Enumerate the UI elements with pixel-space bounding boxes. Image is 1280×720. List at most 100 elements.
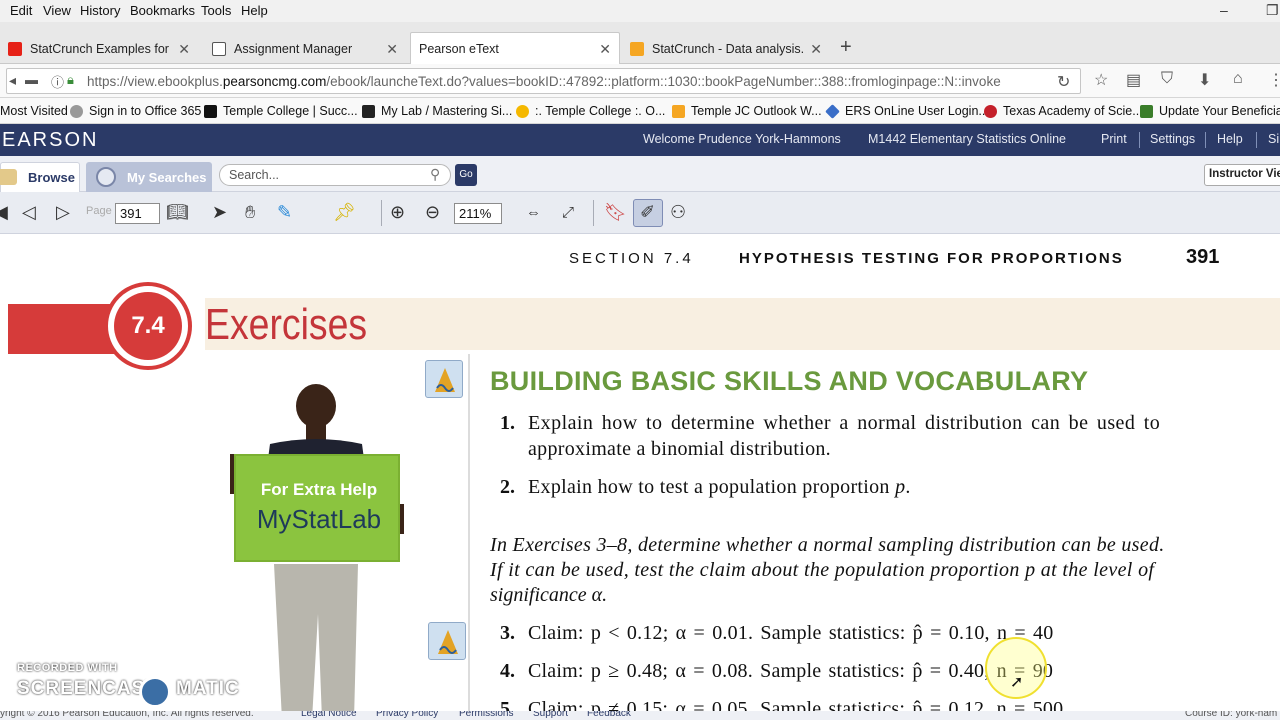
go-button[interactable]: Go bbox=[455, 164, 477, 186]
bookmark-outlook[interactable]: Temple JC Outlook W... bbox=[672, 104, 822, 118]
browse-bar: Browse My Searches Search... ⚲ Go Instru… bbox=[0, 156, 1280, 192]
bookmark-mylab[interactable]: My Lab / Mastering Si... bbox=[362, 104, 512, 118]
page-icon bbox=[212, 42, 226, 56]
close-icon[interactable]: ✕ bbox=[178, 41, 190, 58]
instructor-view-button[interactable]: Instructor Vie bbox=[1204, 164, 1280, 186]
reload-icon[interactable]: ↻ bbox=[1057, 72, 1070, 92]
pocket-icon[interactable]: ⛉ bbox=[1161, 70, 1173, 88]
variable-p: p bbox=[895, 476, 906, 498]
fit-width-icon[interactable]: ⇔ bbox=[526, 204, 541, 221]
bookmark-ers[interactable]: ERS OnLine User Login... bbox=[825, 103, 989, 119]
prev-chapter-icon[interactable]: ◀ bbox=[0, 202, 8, 223]
bookmark-page-icon[interactable]: 🔖︎ bbox=[604, 202, 627, 223]
search-icon[interactable]: ⚲ bbox=[430, 166, 440, 183]
note-pin-icon[interactable]: 📌︎ bbox=[333, 202, 356, 223]
zoom-in-icon[interactable]: ⊕ bbox=[390, 202, 405, 223]
browse-label: Browse bbox=[28, 170, 75, 185]
reading-list-icon[interactable]: ▤ bbox=[1126, 70, 1141, 90]
url-text[interactable]: https://view.ebookplus.pearsoncmg.com/eb… bbox=[87, 74, 1032, 89]
menu-view[interactable]: View bbox=[43, 3, 71, 18]
url-path: /ebook/launcheText.do?values=bookID::478… bbox=[326, 74, 1001, 89]
bookmark-office365[interactable]: Sign in to Office 365 bbox=[70, 104, 201, 118]
zoom-out-icon[interactable]: ⊖ bbox=[425, 202, 440, 223]
search-placeholder: Search... bbox=[229, 168, 280, 182]
bookmark-label: Most Visited bbox=[0, 104, 68, 118]
exercise-text: approximate a binomial distribution. bbox=[528, 438, 831, 460]
settings-link[interactable]: Settings bbox=[1150, 132, 1195, 146]
tab-assignment-manager[interactable]: Assignment Manager ✕ bbox=[204, 34, 406, 64]
statcrunch-link-icon[interactable] bbox=[425, 360, 463, 398]
exercise-text: Explain how to test a population proport… bbox=[528, 476, 911, 499]
search-input[interactable]: Search... ⚲ bbox=[219, 164, 451, 186]
pointer-icon[interactable]: ➤ bbox=[212, 202, 227, 223]
bookmark-star-icon[interactable]: ☆ bbox=[1094, 70, 1108, 90]
menu-edit[interactable]: Edit bbox=[10, 3, 32, 18]
bookmark-label: My Lab / Mastering Si... bbox=[381, 104, 513, 118]
back-icon[interactable]: ◂ bbox=[9, 72, 16, 89]
tab-statcrunch-data[interactable]: StatCrunch - Data analysis... ✕ bbox=[622, 34, 830, 64]
watermark-line3: MATIC bbox=[176, 678, 240, 699]
book-view-icon[interactable]: 📖︎ bbox=[166, 202, 189, 223]
course-link[interactable]: M1442 Elementary Statistics Online bbox=[868, 132, 1066, 146]
watermark-line2: SCREENCAST bbox=[17, 678, 158, 699]
reader-icon[interactable]: ▬ bbox=[25, 72, 38, 87]
home-icon[interactable]: ⌂ bbox=[1233, 70, 1243, 88]
bookmark-temple-college[interactable]: Temple College | Succ... bbox=[204, 104, 358, 118]
browse-tab[interactable]: Browse bbox=[0, 162, 80, 192]
statcrunch-link-icon[interactable] bbox=[428, 622, 466, 660]
highlighter-icon[interactable]: ✎ bbox=[277, 202, 292, 223]
permissions-link[interactable]: Permissions bbox=[459, 711, 513, 719]
course-id-text: Course ID: york-ham bbox=[1185, 711, 1278, 719]
tc-icon bbox=[204, 104, 217, 118]
support-link[interactable]: Support bbox=[533, 711, 568, 719]
menu-tools[interactable]: Tools bbox=[201, 3, 231, 18]
bookmark-beneficiary[interactable]: Update Your Beneficia... bbox=[1140, 104, 1280, 118]
tree-icon bbox=[1140, 104, 1153, 118]
instructions-line: If it can be used, test the claim about … bbox=[490, 559, 1155, 581]
separator bbox=[1205, 132, 1206, 148]
next-page-icon[interactable]: ▷ bbox=[56, 202, 70, 223]
download-icon[interactable]: ⬇ bbox=[1198, 70, 1211, 90]
my-searches-label: My Searches bbox=[127, 170, 207, 185]
url-bar[interactable]: ◂ ▬ ⓘ 🔒︎ https://view.ebookplus.pearsonc… bbox=[6, 68, 1081, 94]
mystatlab-card[interactable]: For Extra Help MyStatLab bbox=[234, 454, 400, 562]
maximize-icon[interactable]: ❐ bbox=[1266, 2, 1279, 19]
info-icon[interactable]: ⓘ bbox=[51, 72, 64, 91]
zoom-level-input[interactable]: 211% bbox=[454, 203, 502, 224]
bookmark-most-visited[interactable]: Most Visited bbox=[0, 104, 68, 118]
book-icon bbox=[0, 169, 17, 185]
my-searches-tab[interactable]: My Searches bbox=[86, 162, 212, 192]
lock-icon: 🔒︎ bbox=[67, 72, 74, 87]
tab-pearson-etext[interactable]: Pearson eText ✕ bbox=[410, 32, 620, 65]
statcrunch-icon bbox=[630, 42, 644, 56]
minimize-icon[interactable]: – bbox=[1220, 2, 1228, 18]
instructions-line: In Exercises 3–8, determine whether a no… bbox=[490, 534, 1165, 556]
menu-history[interactable]: History bbox=[80, 3, 120, 18]
print-link[interactable]: Print bbox=[1101, 132, 1127, 146]
close-icon[interactable]: ✕ bbox=[599, 41, 611, 58]
copyright-text: yright © 2016 Pearson Education, Inc. Al… bbox=[0, 711, 254, 719]
bookmark-temple-college-o[interactable]: :. Temple College :. O... bbox=[516, 104, 665, 118]
tab-statcrunch-examples[interactable]: StatCrunch Examples for ... ✕ bbox=[0, 34, 198, 64]
previous-page-icon[interactable]: ◁ bbox=[22, 202, 36, 223]
help-link[interactable]: Help bbox=[1217, 132, 1243, 146]
privacy-policy-link[interactable]: Privacy Policy bbox=[376, 711, 438, 719]
menu-help[interactable]: Help bbox=[241, 3, 268, 18]
diamond-icon bbox=[825, 103, 840, 119]
fit-page-icon[interactable]: ⤢ bbox=[562, 204, 574, 221]
hand-icon[interactable]: ✋︎ bbox=[245, 202, 255, 223]
new-tab-icon[interactable]: + bbox=[840, 36, 852, 59]
page-number-input[interactable]: 391 bbox=[115, 203, 160, 224]
legal-notice-link[interactable]: Legal Notice bbox=[301, 711, 357, 719]
bookmark-texas-academy[interactable]: Texas Academy of Scie... bbox=[984, 104, 1143, 118]
close-icon[interactable]: ✕ bbox=[386, 41, 398, 58]
bookmark-label: Temple College | Succ... bbox=[223, 104, 358, 118]
menu-icon[interactable]: ⋮ bbox=[1268, 70, 1280, 90]
close-icon[interactable]: ✕ bbox=[810, 41, 822, 58]
signout-link[interactable]: Si bbox=[1268, 132, 1279, 146]
star-icon bbox=[516, 104, 529, 118]
menu-bookmarks[interactable]: Bookmarks bbox=[130, 3, 195, 18]
feedback-link[interactable]: Feedback bbox=[587, 711, 631, 719]
glasses-icon[interactable]: ⚇ bbox=[670, 202, 686, 223]
badge-number: 7.4 bbox=[114, 292, 182, 360]
